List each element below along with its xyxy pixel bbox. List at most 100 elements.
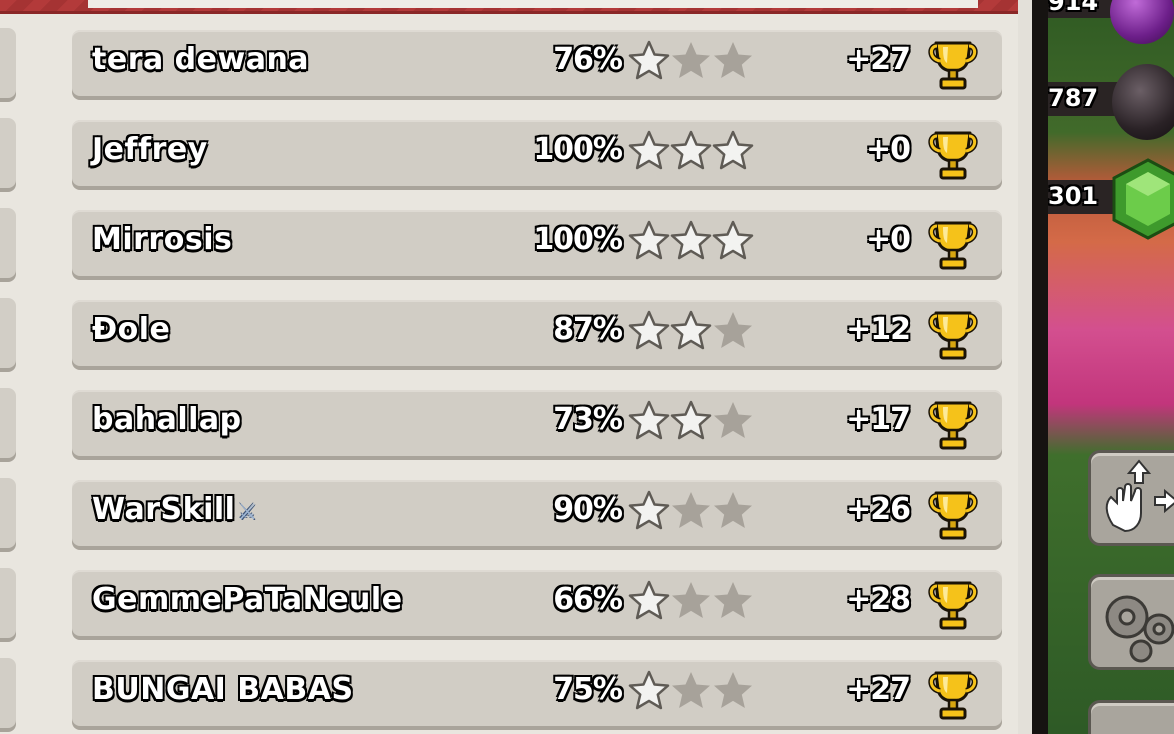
attack-row[interactable]: GemmePaTaNeule 66% +28 bbox=[72, 570, 1002, 636]
attacker-name: Ðole bbox=[92, 312, 170, 347]
star-rating bbox=[628, 310, 754, 354]
star-earned-icon bbox=[670, 130, 712, 170]
attacker-name: bahallap bbox=[92, 402, 242, 437]
star-rating bbox=[628, 220, 754, 264]
star-empty-icon bbox=[714, 672, 752, 708]
star-rating bbox=[628, 670, 754, 714]
move-button[interactable] bbox=[1088, 450, 1174, 546]
dark-elixir-icon bbox=[1112, 64, 1174, 140]
attacker-name-text: GemmePaTaNeule bbox=[92, 582, 403, 617]
trophy-change: +27 bbox=[846, 42, 911, 77]
attack-row[interactable]: bahallap 73% +17 bbox=[72, 390, 1002, 456]
destruction-percent: 76% bbox=[553, 42, 623, 77]
left-row-stub bbox=[0, 388, 16, 458]
trophy-icon bbox=[928, 667, 978, 721]
attacker-name-text: Ðole bbox=[92, 312, 171, 347]
destruction-percent: 75% bbox=[553, 672, 623, 707]
trophy-icon bbox=[928, 577, 978, 631]
star-earned-icon bbox=[628, 310, 670, 350]
destruction-percent: 66% bbox=[553, 582, 623, 617]
attacker-name: tera dewana bbox=[92, 42, 309, 77]
attack-row[interactable]: tera dewana 76% +27 bbox=[72, 30, 1002, 96]
star-empty-icon bbox=[714, 42, 752, 78]
attacker-name: Jeffrey bbox=[92, 132, 208, 167]
war-log-panel: tera dewana 76% +27 Jeffrey 100% +0 Mirrosis 10… bbox=[0, 0, 1032, 734]
star-earned-icon bbox=[628, 400, 670, 440]
attack-row[interactable]: WarSkill⚔ 90% +26 bbox=[72, 480, 1002, 546]
destruction-percent: 100% bbox=[533, 132, 623, 167]
settings-button[interactable] bbox=[1088, 574, 1174, 670]
star-earned-icon bbox=[628, 670, 670, 710]
left-row-stub bbox=[0, 298, 16, 368]
destruction-percent: 73% bbox=[553, 402, 623, 437]
trophy-change: +0 bbox=[865, 132, 911, 167]
star-empty-icon bbox=[672, 492, 710, 528]
trophy-change: +12 bbox=[846, 312, 911, 347]
star-empty-icon bbox=[672, 582, 710, 618]
star-rating bbox=[628, 130, 754, 174]
attack-row[interactable]: Mirrosis 100% +0 bbox=[72, 210, 1002, 276]
trophy-change: +0 bbox=[865, 222, 911, 257]
trophy-change: +28 bbox=[846, 582, 911, 617]
star-rating bbox=[628, 580, 754, 624]
trophy-change: +26 bbox=[846, 492, 911, 527]
destruction-percent: 100% bbox=[533, 222, 623, 257]
attack-row[interactable]: Jeffrey 100% +0 bbox=[72, 120, 1002, 186]
panel-right-edge bbox=[1018, 0, 1032, 734]
gem-icon bbox=[1112, 158, 1174, 240]
star-earned-icon bbox=[670, 400, 712, 440]
star-earned-icon bbox=[670, 310, 712, 350]
dark-elixir-amount: 787 bbox=[1048, 84, 1099, 112]
destruction-percent: 87% bbox=[553, 312, 623, 347]
attacker-name: WarSkill⚔ bbox=[92, 492, 258, 527]
settings-icon bbox=[1105, 595, 1174, 663]
move-icon bbox=[1105, 459, 1174, 533]
star-empty-icon bbox=[672, 672, 710, 708]
star-rating bbox=[628, 400, 754, 444]
attacker-name: Mirrosis bbox=[92, 222, 232, 257]
attacker-name-text: Jeffrey bbox=[92, 132, 208, 167]
left-row-stub bbox=[0, 658, 16, 728]
star-empty-icon bbox=[714, 402, 752, 438]
trophy-change: +17 bbox=[846, 402, 911, 437]
attacker-name: GemmePaTaNeule bbox=[92, 582, 403, 617]
left-row-stub bbox=[0, 478, 16, 548]
star-rating bbox=[628, 490, 754, 534]
star-empty-icon bbox=[714, 582, 752, 618]
star-rating bbox=[628, 40, 754, 84]
attacker-name-text: BUNGAI BABAS bbox=[92, 672, 354, 707]
destruction-percent: 90% bbox=[553, 492, 623, 527]
attacker-name-text: Mirrosis bbox=[92, 222, 233, 257]
trophy-icon bbox=[928, 397, 978, 451]
trophy-change: +27 bbox=[846, 672, 911, 707]
trophy-icon bbox=[928, 127, 978, 181]
trophy-icon bbox=[928, 487, 978, 541]
trophy-icon bbox=[928, 37, 978, 91]
crossed-swords-icon: ⚔ bbox=[237, 500, 258, 525]
attacker-name-text: tera dewana bbox=[92, 42, 310, 77]
trophy-icon bbox=[928, 217, 978, 271]
star-earned-icon bbox=[712, 220, 754, 260]
star-earned-icon bbox=[628, 580, 670, 620]
star-empty-icon bbox=[714, 492, 752, 528]
star-earned-icon bbox=[670, 220, 712, 260]
elixir-amount: 914 bbox=[1048, 0, 1099, 16]
attacker-name-text: bahallap bbox=[92, 402, 242, 437]
star-earned-icon bbox=[628, 220, 670, 260]
panel-border bbox=[1032, 0, 1048, 734]
star-earned-icon bbox=[628, 40, 670, 80]
panel-header-inner bbox=[88, 0, 978, 8]
star-empty-icon bbox=[714, 312, 752, 348]
left-row-stub bbox=[0, 208, 16, 278]
attacker-name: BUNGAI BABAS bbox=[92, 672, 354, 707]
gem-amount: 301 bbox=[1048, 182, 1099, 210]
star-earned-icon bbox=[712, 130, 754, 170]
left-row-stub bbox=[0, 28, 16, 98]
attacker-name-text: WarSkill bbox=[92, 492, 236, 527]
star-earned-icon bbox=[628, 130, 670, 170]
left-row-stub bbox=[0, 568, 16, 638]
shop-button[interactable] bbox=[1088, 700, 1174, 734]
attack-row[interactable]: BUNGAI BABAS 75% +27 bbox=[72, 660, 1002, 726]
attack-row[interactable]: Ðole 87% +12 bbox=[72, 300, 1002, 366]
star-empty-icon bbox=[672, 42, 710, 78]
